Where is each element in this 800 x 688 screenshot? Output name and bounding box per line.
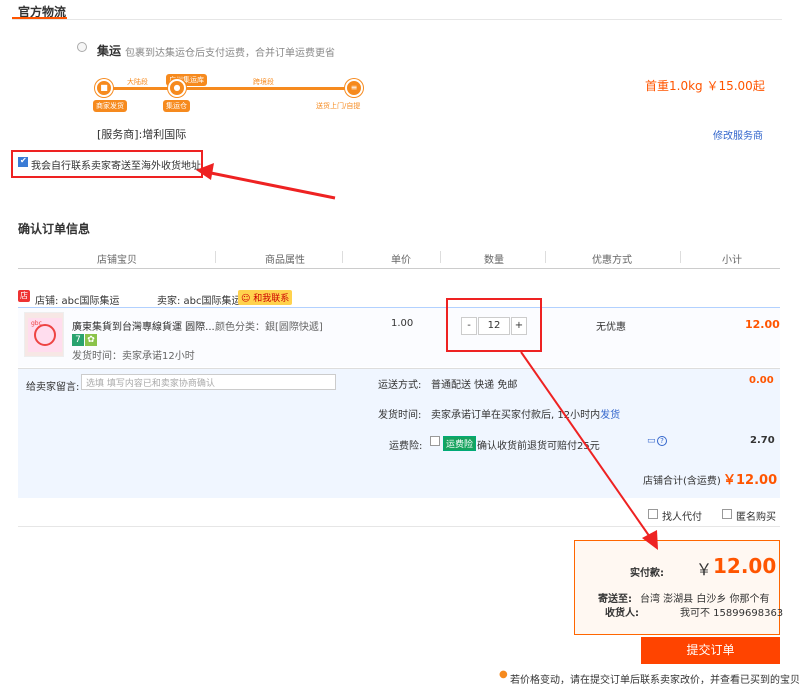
divider [12,19,782,20]
qty-decrease-button[interactable]: - [461,317,477,335]
address-value: 台湾 澎湖县 白沙乡 你那个有 [640,594,770,605]
col-header-qty: 数量 [484,255,504,266]
divider [18,526,780,527]
shop-name[interactable]: 店铺: abc国际集运 [35,292,120,307]
ship-time-link[interactable]: 发货 [600,410,620,421]
route-line [100,87,360,90]
ship-time-value: 卖家承诺订单在买家付款后, 12小时内发货 [431,406,620,421]
item-tags: 7 ✿ [72,332,98,346]
qty-increase-button[interactable]: + [511,317,527,335]
col-header-item: 店铺宝贝 [97,255,137,266]
svg-text:gbc: gbc [31,320,42,327]
address-label: 寄送至: [598,594,632,605]
header-divider [18,268,780,269]
unit-price: 1.00 [391,318,414,329]
route-warehouse-icon: ● [168,79,186,97]
shipping-fee: 0.00 [749,375,774,386]
col-sep [215,251,216,263]
col-header-price: 单价 [391,255,411,266]
col-header-discount: 优惠方式 [592,255,632,266]
divider [18,368,780,369]
shipping-method-label: 运送方式: [378,380,422,391]
pay-currency: ￥ [696,560,713,579]
item-title-link[interactable]: 廣東集貨到台灣專線貨運 圆際... [72,318,215,333]
anonymous-checkbox[interactable] [722,509,732,519]
receiver-value: 我可不 15899698363 [680,608,784,619]
seller-message-input[interactable]: 选填 填写内容已和卖家协商确认 [81,374,336,390]
contact-label: 和我联系 [253,294,290,304]
store-total-value: ￥12.00 [723,473,778,488]
item-ship-time: 发货时间：卖家承诺12小时 [72,351,195,362]
insurance-label: 运费险: [389,441,423,452]
item-subtotal: 12.00 [745,318,780,331]
self-contact-checkbox[interactable] [18,156,28,167]
item-image-icon: gbc [28,318,62,352]
proxy-pay-checkbox[interactable] [648,509,658,519]
seller-name[interactable]: 卖家: abc国际集运 [157,292,242,307]
insurance-badge: 运费险 [443,436,477,451]
discount-value: 无优惠 [596,322,626,333]
pay-label: 实付款: [630,568,664,579]
route-end-icon: ≡ [345,79,363,97]
location-pin-icon: ● [499,669,508,680]
col-header-attr: 商品属性 [265,255,305,266]
route-start-label: 商家发货 [93,100,127,112]
shop-icon: 店 [18,290,30,302]
col-sep [342,251,343,263]
route-mid-label: 集运仓 [163,100,190,112]
jiyun-description: 包裹到达集运仓后支付运费，合并订单运费更省 [125,48,335,59]
submit-order-button[interactable]: 提交订单 [641,637,780,664]
route-start-icon: ■ [95,79,113,97]
proxy-pay-label: 找人代付 [662,512,702,523]
route-end-label: 送货上门/自提 [316,102,361,110]
col-header-subtotal: 小计 [722,255,742,266]
chat-icon[interactable]: ▭ [647,436,656,446]
col-sep [545,251,546,263]
qty-input[interactable]: 12 [478,317,510,335]
store-total-label: 店铺合计(含运费) [643,476,721,487]
insurance-desc: 确认收货前退货可赔付25元 [477,441,600,452]
col-sep [440,251,441,263]
ship-time-label: 发货时间: [378,410,422,421]
item-attribute: 颜色分类：銀[圆際快遞] [215,322,323,333]
annotation-arrow-1 [205,170,336,200]
confirm-order-title: 确认订单信息 [18,222,91,236]
item-thumbnail[interactable]: gbc [24,312,64,357]
ship-time-text: 卖家承诺订单在买家付款后, 12小时内 [431,410,601,421]
jiyun-label: 集运 [97,44,122,58]
self-contact-label: 我会自行联系卖家寄送至海外收货地址 [31,161,201,172]
jiyun-radio[interactable] [77,42,87,52]
anonymous-label: 匿名购买 [736,512,776,523]
route-seg-crossborder: 跨境段 [253,78,274,86]
contact-seller-button[interactable]: ☺ 和我联系 [238,290,293,305]
modify-provider-link[interactable]: 修改服务商 [713,127,763,142]
seven-day-return-icon: 7 [72,334,84,346]
col-sep [680,251,681,263]
seller-message-label: 给卖家留言: [26,382,80,393]
insurance-fee: 2.70 [750,435,775,446]
help-icon[interactable]: ? [657,436,667,446]
pay-amount: 12.00 [713,554,777,578]
receiver-label: 收货人: [605,608,639,619]
footer-note: 若价格变动，请在提交订单后联系卖家改价，并查看已买到的宝贝 [510,675,800,686]
service-icon: ✿ [85,334,97,346]
insurance-checkbox[interactable] [430,436,440,446]
shipping-method-value: 普通配送 快递 免邮 [431,380,518,391]
provider-label: [服务商]:增利国际 [97,128,187,141]
route-seg-mainland: 大陆段 [127,78,148,86]
first-weight-price: 首重1.0kg ￥15.00起 [645,79,765,93]
